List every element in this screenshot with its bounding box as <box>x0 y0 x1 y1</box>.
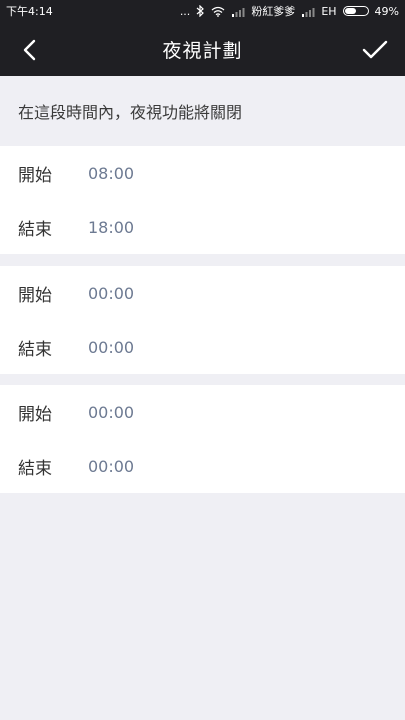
signal-icon-2 <box>301 6 315 17</box>
end-time-row-3[interactable]: 結束 00:00 <box>0 439 405 493</box>
start-label: 開始 <box>18 285 52 306</box>
status-left: 下午4:14 <box>6 3 53 19</box>
start-label: 開始 <box>18 165 52 186</box>
start-label: 開始 <box>18 404 52 425</box>
nav-bar: 夜視計劃 <box>0 22 405 76</box>
start-time-row-2[interactable]: 開始 00:00 <box>0 266 405 320</box>
end-value: 18:00 <box>88 217 135 237</box>
schedule-section-3: 開始 00:00 結束 00:00 <box>0 385 405 493</box>
confirm-button[interactable] <box>359 34 391 66</box>
end-label: 結束 <box>18 339 52 360</box>
chevron-left-icon <box>23 39 36 61</box>
start-time-row-3[interactable]: 開始 00:00 <box>0 385 405 439</box>
description-text: 在這段時間內，夜視功能將關閉 <box>18 103 243 122</box>
start-value: 00:00 <box>88 283 135 303</box>
status-network: EH <box>321 4 337 18</box>
start-value: 08:00 <box>88 163 135 183</box>
checkmark-icon <box>362 40 388 59</box>
end-value: 00:00 <box>88 337 135 357</box>
bluetooth-icon <box>196 5 205 17</box>
status-time: 下午4:14 <box>6 5 53 18</box>
battery-icon <box>342 6 369 16</box>
signal-icon <box>231 6 245 17</box>
end-value: 00:00 <box>88 456 135 476</box>
status-bar: 下午4:14 ... 粉紅爹爹 EH 49% <box>0 0 405 22</box>
start-value: 00:00 <box>88 402 135 422</box>
wifi-icon <box>211 6 225 17</box>
schedule-section-2: 開始 00:00 結束 00:00 <box>0 266 405 374</box>
end-label: 結束 <box>18 219 52 240</box>
status-battery-text: 49% <box>374 4 399 18</box>
page-title: 夜視計劃 <box>162 39 243 62</box>
status-dots: ... <box>179 4 191 18</box>
back-button[interactable] <box>14 34 46 66</box>
end-time-row-2[interactable]: 結束 00:00 <box>0 320 405 374</box>
start-time-row-1[interactable]: 開始 08:00 <box>0 146 405 200</box>
schedule-section-1: 開始 08:00 結束 18:00 <box>0 146 405 254</box>
end-label: 結束 <box>18 458 52 479</box>
end-time-row-1[interactable]: 結束 18:00 <box>0 200 405 254</box>
status-right: ... 粉紅爹爹 EH 49% <box>180 3 399 19</box>
battery-fill <box>344 8 357 14</box>
status-carrier: 粉紅爹爹 <box>251 5 296 18</box>
